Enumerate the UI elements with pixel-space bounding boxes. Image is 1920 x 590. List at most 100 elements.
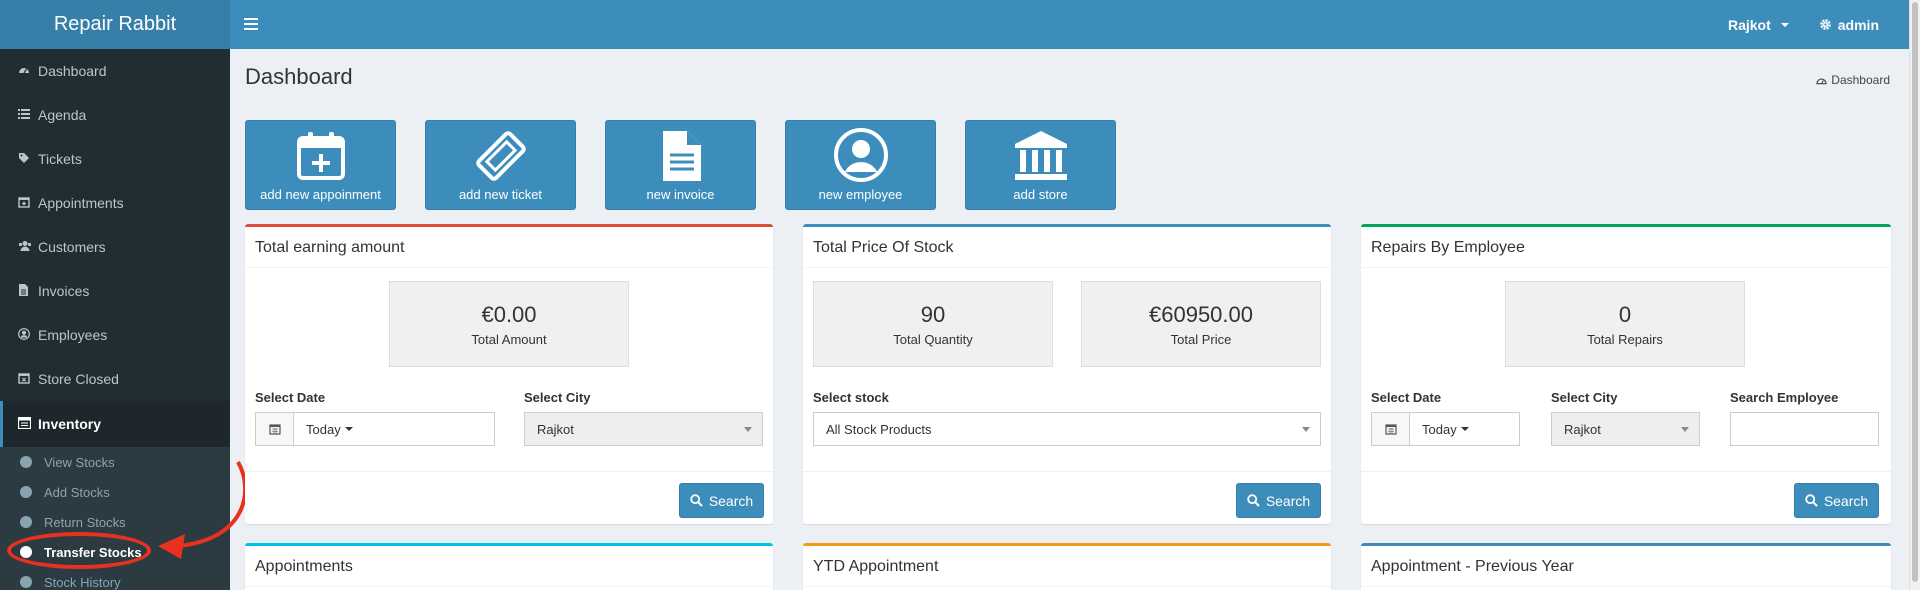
breadcrumb[interactable]: Dashboard [1816,73,1890,87]
new-invoice-tile[interactable]: new invoice [605,120,756,210]
app-title: Repair Rabbit [53,13,177,35]
ytd-appointment-box: YTD Appointment [803,543,1331,590]
inventory-icon [17,416,38,432]
sidebar-item-appointments[interactable]: Appointments [0,181,230,225]
submenu-item-label: View Stocks [44,454,115,470]
new-employee-tile[interactable]: new employee [785,120,936,210]
calendar-icon [1372,413,1410,445]
page-title: Dashboard [245,64,353,89]
city-dropdown[interactable]: Rajkot [1728,17,1789,33]
tile-label: new invoice [646,187,715,202]
submenu-item-label: Add Stocks [44,484,110,500]
search-button[interactable]: Search [679,483,764,518]
annotation-arrow [158,461,248,559]
repairs-box: Repairs By Employee 0 Total Repairs Sele… [1361,224,1891,524]
add-store-tile[interactable]: add store [965,120,1116,210]
document-icon [662,131,701,181]
box-title: Total earning amount [245,227,773,268]
tag-icon [18,152,38,167]
stock-select-value: All Stock Products [826,421,932,437]
select-city-label: Select City [524,390,591,405]
box-divider [1361,471,1891,472]
date-value: Today [1422,421,1457,437]
sidebar-item-label: Tickets [38,151,82,167]
stock-select[interactable]: All Stock Products [813,412,1321,446]
gear-icon [1819,19,1831,30]
box-divider [803,471,1331,472]
search-employee-input[interactable] [1730,412,1879,446]
chevron-right-circle-icon [20,456,32,468]
dashboard-icon [1816,78,1827,85]
scrollbar-thumb[interactable] [1912,2,1918,582]
box-title: Repairs By Employee [1361,227,1891,268]
breadcrumb-label: Dashboard [1831,73,1890,87]
sidebar-item-label: Agenda [38,107,87,123]
box-title: Total Price Of Stock [803,227,1331,268]
sidebar-item-label: Employees [38,327,108,343]
sidebar-item-label: Store Closed [38,371,119,387]
sidebar-item-label: Appointments [38,195,124,211]
sidebar-item-label: Customers [38,239,106,255]
search-icon [1247,494,1260,507]
sidebar-item-employees[interactable]: Employees [0,313,230,357]
search-button-label: Search [708,492,754,509]
date-picker[interactable]: Today [1371,412,1520,446]
select-date-label: Select Date [1371,390,1442,405]
box-title: YTD Appointment [803,546,1331,587]
users-icon [18,240,38,255]
search-button[interactable]: Search [1236,483,1321,518]
city-select[interactable]: Rajkot [1551,412,1700,446]
user-menu[interactable]: admin [1819,17,1879,33]
app-logo[interactable]: Repair Rabbit [0,0,230,49]
calendar-icon [256,413,294,445]
sidebar-item-dashboard[interactable]: Dashboard [0,49,230,93]
submenu-item-stock-history[interactable]: Stock History [0,567,230,590]
total-repairs-value: 0 [1618,302,1632,327]
sidebar-item-inventory[interactable]: Inventory [0,401,230,447]
appointments-box: Appointments [245,543,773,590]
total-price-value: €60950.00 [1149,302,1253,327]
select-city-label: Select City [1551,390,1618,405]
sidebar-item-tickets[interactable]: Tickets [0,137,230,181]
annotation-highlight-ellipse [7,532,151,569]
add-ticket-tile[interactable]: add new ticket [425,120,576,210]
user-circle-icon [833,128,888,182]
chevron-right-circle-icon [20,576,32,588]
calendar-plus-icon [296,132,345,180]
date-picker[interactable]: Today [255,412,495,446]
top-navbar: Rajkot admin [230,0,1909,49]
previous-year-appointment-box: Appointment - Previous Year [1361,543,1891,590]
city-select-value: Rajkot [1564,421,1601,437]
sidebar-item-label: Invoices [38,283,90,299]
bank-icon [1014,131,1067,180]
total-repairs-label: Total Repairs [1587,332,1663,347]
file-icon [18,283,38,299]
earning-box: Total earning amount €0.00 Total Amount … [245,224,773,524]
box-title: Appointment - Previous Year [1361,546,1891,587]
total-quantity-value: 90 [920,302,946,327]
sidebar-item-customers[interactable]: Customers [0,225,230,269]
calendar-x-icon [18,372,38,387]
total-quantity-label: Total Quantity [893,332,973,347]
dashboard-icon [18,64,38,79]
sidebar-item-agenda[interactable]: Agenda [0,93,230,137]
total-price-stat: €60950.00 Total Price [1081,281,1321,367]
total-repairs-stat: 0 Total Repairs [1505,281,1745,367]
chevron-right-circle-icon [20,516,32,528]
tile-label: add new appoinment [260,187,381,202]
city-select[interactable]: Rajkot [524,412,763,446]
sidebar-item-invoices[interactable]: Invoices [0,269,230,313]
menu-toggle-icon[interactable] [244,14,280,35]
page-scrollbar[interactable] [1909,0,1920,590]
tile-label: add new ticket [458,187,543,202]
sidebar-item-store-closed[interactable]: Store Closed [0,357,230,401]
ticket-icon [475,131,526,181]
total-quantity-stat: 90 Total Quantity [813,281,1053,367]
date-value: Today [306,421,341,437]
search-icon [690,494,703,507]
chevron-down-icon [1780,22,1789,27]
search-button[interactable]: Search [1794,483,1879,518]
chevron-down-icon [1681,426,1689,432]
select-stock-label: Select stock [813,390,889,405]
add-appointment-tile[interactable]: add new appoinment [245,120,396,210]
